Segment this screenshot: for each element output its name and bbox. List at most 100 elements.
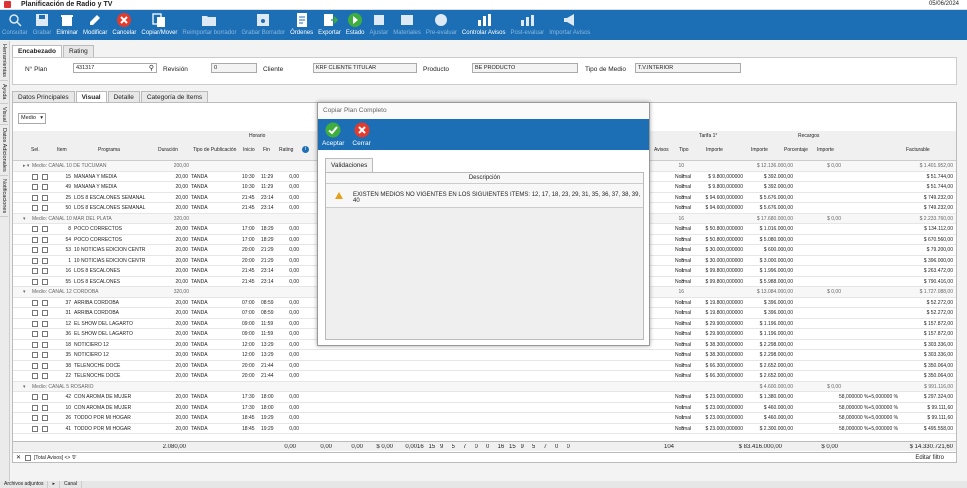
expand-icon[interactable]: ▸ [48,481,60,488]
expand-row-icon[interactable] [32,226,38,232]
row-checkbox[interactable] [42,425,48,432]
side-tab-ayuda[interactable]: Ayuda [0,81,8,104]
col-sel[interactable]: Sel. [31,147,40,153]
eliminar-button[interactable]: Eliminar [56,10,78,40]
side-tab-notificaciones[interactable]: Notificaciones [0,176,8,218]
col-fin[interactable]: Fin [263,147,270,153]
expand-row-icon[interactable] [32,236,38,243]
expand-row-icon[interactable] [32,425,38,432]
tab-encabezado[interactable]: Encabezado [12,45,62,57]
row-checkbox[interactable] [42,373,48,379]
row-checkbox[interactable] [42,415,48,421]
expand-row-icon[interactable] [32,184,38,190]
expand-row-icon[interactable] [32,352,38,358]
search-icon[interactable]: ⚲ [149,64,154,72]
exportar-button[interactable]: Exportar [318,10,341,40]
col-importe-total[interactable]: Importe [751,147,768,153]
col-inicio[interactable]: Inicio [243,147,255,153]
cancelar-button[interactable]: Cancelar [112,10,136,40]
row-checkbox[interactable] [42,184,48,190]
importar-avisos-button[interactable]: Importar Avisos [549,10,590,40]
expand-row-icon[interactable] [32,299,38,306]
table-row[interactable]: 38 TELENOCHE DOCE 20,00 TANDA 20:00 21:44 0,00… [13,361,956,371]
expand-row-icon[interactable] [32,415,38,421]
expand-row-icon[interactable] [32,278,38,285]
grabar-borrador-button[interactable]: Grabar Borrador [241,10,285,40]
info-icon[interactable]: i [302,146,309,153]
row-checkbox[interactable] [42,257,48,264]
expand-row-icon[interactable] [32,194,38,201]
table-row[interactable]: 26 TODDO POR MI HOGAR 20,00 TANDA 18:45 19:29… [13,413,956,424]
group-by-combo[interactable]: Medio ▾ [18,113,46,124]
expand-row-icon[interactable] [32,362,38,369]
clear-filter-icon[interactable]: ✕ [16,454,21,461]
table-row[interactable]: 42 CON AROMA DE MUJER 20,00 TANDA 17:30 18:00… [13,392,956,403]
accept-button[interactable]: Aceptar [322,119,344,150]
col-tipo[interactable]: Tipo [679,147,689,153]
filter-checkbox[interactable] [25,455,31,461]
table-row[interactable]: 41 TODDO POR MI HOGAR 20,00 TANDA 18:45 19:29… [13,424,956,434]
table-row[interactable]: 22 TELENOCHE DOCE 20,00 TANDA 20:00 21:44 0,00… [13,371,956,382]
attachments-tab[interactable]: Archivos adjuntos [0,481,49,488]
row-checkbox[interactable] [42,394,48,400]
row-checkbox[interactable] [42,173,48,180]
row-checkbox[interactable] [42,268,48,274]
table-row[interactable]: 35 NOTICIERO 12 20,00 TANDA 12:00 13:29 0,00 3 N… [13,350,956,361]
col-tipo-publicacion[interactable]: Tipo de Publicación [193,147,236,153]
row-checkbox[interactable] [42,341,48,348]
edit-filter-link[interactable]: Editar filtro [915,455,944,461]
-rdenes-button[interactable]: Órdenes [290,10,313,40]
expand-row-icon[interactable] [32,247,38,253]
expand-row-icon[interactable] [32,268,38,274]
col-porcentaje[interactable]: Porcentaje [784,147,808,153]
copiar-mover-button[interactable]: Copiar/Mover [141,10,177,40]
col-item[interactable]: Item [57,147,67,153]
ajustar-button[interactable]: Ajustar [370,10,388,40]
post-evaluar-button[interactable]: Post-evaluar [511,10,544,40]
expand-row-icon[interactable] [32,205,38,211]
table-row[interactable]: 10 CON AROMA DE MUJER 20,00 TANDA 17:30 18:00… [13,403,956,413]
tab-rating[interactable]: Rating [62,45,94,57]
reimportar-borrador-button[interactable]: Reimportar borrador [182,10,236,40]
col-importe[interactable]: Importe [706,147,723,153]
estado-button[interactable]: Estado [346,10,365,40]
tab-validaciones[interactable]: Validaciones [325,158,374,172]
expand-row-icon[interactable] [32,373,38,379]
row-checkbox[interactable] [42,404,48,411]
row-checkbox[interactable] [42,362,48,369]
side-tab-herramientas[interactable]: Herramientas [0,41,8,82]
canal-tab[interactable]: Canal [60,481,83,488]
col-programa[interactable]: Programa [98,147,120,153]
col-rating[interactable]: Rating [279,147,293,153]
expand-row-icon[interactable] [32,341,38,348]
row-checkbox[interactable] [42,278,48,285]
col-importe-recargo[interactable]: Importe [817,147,834,153]
close-button[interactable]: Cerrar [352,119,371,150]
expand-row-icon[interactable] [32,257,38,264]
row-checkbox[interactable] [42,299,48,306]
materiales-button[interactable]: Materiales [393,10,421,40]
row-checkbox[interactable] [42,320,48,327]
col-duracion[interactable]: Duración [158,147,178,153]
expand-row-icon[interactable] [32,394,38,400]
row-checkbox[interactable] [42,194,48,201]
col-avisos[interactable]: Avisos [654,147,669,153]
row-checkbox[interactable] [42,236,48,243]
row-checkbox[interactable] [42,352,48,358]
validation-row[interactable]: EXISTEN MEDIOS NO VIGENTES EN LOS SIGUIE… [326,184,643,208]
row-checkbox[interactable] [42,226,48,232]
row-checkbox[interactable] [42,331,48,337]
modificar-button[interactable]: Modificar [83,10,107,40]
group-row[interactable]: ▾ Medio: CANAL 5 ROSARIO $ 4.600.000,00 $ 0… [13,381,956,392]
expand-row-icon[interactable] [32,320,38,327]
row-checkbox[interactable] [42,310,48,316]
grabar-button[interactable]: Grabar [33,10,51,40]
row-checkbox[interactable] [42,205,48,211]
row-checkbox[interactable] [42,247,48,253]
controlar-avisos-button[interactable]: Controlar Avisos [462,10,506,40]
consultar-button[interactable]: Consultar [2,10,28,40]
side-tab-visual[interactable]: Visual [0,104,8,126]
expand-row-icon[interactable] [32,310,38,316]
expand-row-icon[interactable] [32,404,38,411]
expand-row-icon[interactable] [32,173,38,180]
